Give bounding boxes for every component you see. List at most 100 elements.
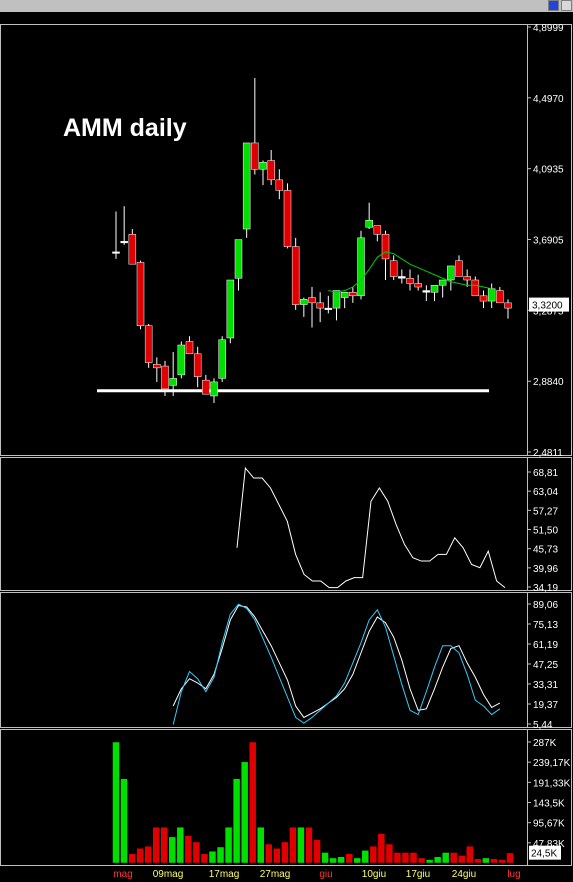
- candle-body: [349, 292, 357, 297]
- candle-body: [267, 160, 275, 181]
- volume-bar: [369, 845, 378, 864]
- volume-bar: [401, 852, 410, 864]
- volume-bar: [240, 761, 249, 864]
- candle-body: [275, 179, 284, 191]
- volume-tick-label: 95,67K: [533, 819, 565, 830]
- volume-bar: [498, 859, 506, 864]
- candle-body: [259, 162, 267, 170]
- volume-bar: [281, 841, 289, 864]
- volume-bar: [265, 843, 273, 864]
- volume-bar: [305, 826, 313, 864]
- price-tick-label: 4,0935: [533, 165, 564, 176]
- volume-bar: [361, 850, 370, 864]
- volume-tick-label: 191,33K: [533, 778, 571, 789]
- candle-body: [185, 341, 194, 355]
- x-tick-label: mag: [113, 869, 132, 880]
- volume-bar: [345, 853, 353, 864]
- osc1-tick-label: 45,73: [533, 545, 558, 556]
- volume-bar: [482, 857, 490, 864]
- volume-tick-label: 287K: [533, 738, 557, 749]
- candle-body: [144, 325, 153, 363]
- candle-body: [455, 260, 463, 277]
- candle-body: [324, 307, 333, 310]
- volume-bar: [337, 856, 345, 864]
- osc1-tick-label: 68,81: [533, 468, 558, 479]
- x-tick-label: 10giu: [362, 869, 386, 880]
- x-tick-label: giu: [319, 869, 332, 880]
- volume-bar: [232, 778, 241, 864]
- volume-bar: [441, 852, 450, 864]
- panel-frame: [0, 457, 572, 591]
- volume-bar: [289, 826, 297, 864]
- volume-bar: [474, 858, 482, 864]
- volume-bar: [136, 847, 144, 864]
- candle-body: [422, 290, 431, 293]
- candle-body: [463, 276, 471, 281]
- volume-bar: [184, 835, 193, 864]
- volume-bar: [168, 836, 177, 864]
- last-price-label: 3,3200: [532, 301, 563, 312]
- x-tick-label: lug: [507, 869, 520, 880]
- candle-body: [218, 339, 226, 379]
- oscillator2-line: [172, 603, 501, 725]
- candle-body: [373, 225, 382, 235]
- volume-bar: [425, 859, 434, 864]
- volume-bar: [112, 741, 120, 864]
- volume-bar: [506, 852, 514, 864]
- candle-body: [153, 364, 161, 369]
- candle-body: [251, 142, 259, 170]
- candle-body: [447, 265, 455, 281]
- volume-bar: [321, 852, 329, 864]
- candle-body: [479, 295, 488, 302]
- candle-body: [120, 241, 128, 244]
- candle-body: [487, 288, 496, 302]
- osc2-tick-label: 61,19: [533, 640, 558, 651]
- volume-bar: [273, 847, 281, 864]
- volume-bar: [353, 857, 361, 864]
- volume-bar: [490, 858, 498, 864]
- price-tick-label: 4,4970: [533, 94, 564, 105]
- chart-title: AMM daily: [63, 114, 187, 142]
- osc2-tick-label: 19,37: [533, 700, 558, 711]
- price-tick-label: 2,4811: [533, 448, 563, 459]
- volume-tick-label: 239,17K: [533, 758, 571, 769]
- x-tick-label: 17mag: [209, 869, 240, 880]
- candle-body: [226, 279, 235, 339]
- candle-body: [340, 292, 349, 298]
- candle-body: [112, 251, 120, 254]
- volume-bar: [297, 826, 305, 864]
- candle-body: [365, 220, 373, 228]
- volume-bar: [160, 826, 168, 864]
- candle-body: [471, 279, 480, 297]
- candle-body: [136, 262, 145, 326]
- volume-bar: [377, 833, 386, 864]
- candle-body: [234, 239, 243, 279]
- candle-body: [398, 276, 406, 279]
- volume-bar: [176, 826, 185, 864]
- candle-body: [496, 290, 504, 304]
- candle-body: [291, 246, 300, 305]
- volume-bar: [200, 853, 209, 864]
- candle-body: [177, 344, 186, 376]
- osc2-tick-label: 75,13: [533, 620, 558, 631]
- oscillator1-line: [236, 466, 506, 589]
- panel-frame: [0, 592, 572, 728]
- candle-body: [300, 299, 308, 305]
- candle-body: [357, 237, 365, 297]
- candle-body: [389, 260, 398, 277]
- osc1-tick-label: 51,50: [533, 526, 558, 537]
- osc2-tick-label: 89,06: [533, 600, 558, 611]
- volume-bar: [248, 741, 257, 864]
- volume-bar: [256, 826, 265, 864]
- osc1-tick-label: 63,04: [533, 487, 558, 498]
- volume-bar: [216, 846, 225, 864]
- x-tick-label: 27mag: [260, 869, 291, 880]
- last-volume-label: 24,5K: [531, 849, 557, 860]
- x-tick-label: 24giu: [452, 869, 476, 880]
- volume-bar: [152, 826, 160, 864]
- candle-body: [332, 290, 341, 309]
- volume-bar: [458, 855, 466, 864]
- osc1-tick-label: 57,27: [533, 506, 558, 517]
- volume-bar: [120, 778, 128, 864]
- volume-tick-label: 143,5K: [533, 799, 565, 810]
